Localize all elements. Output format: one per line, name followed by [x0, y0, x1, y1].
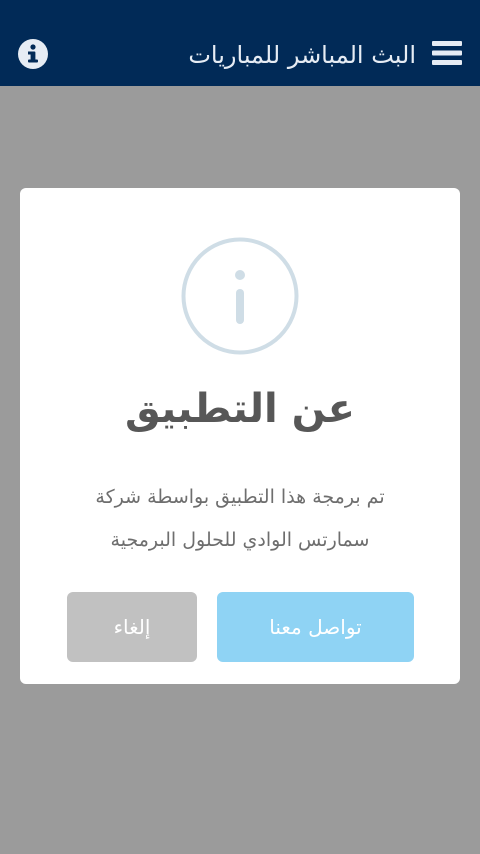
hamburger-menu-icon — [432, 41, 462, 65]
info-outline-icon — [181, 237, 299, 355]
dialog-title: عن التطبيق — [125, 386, 355, 432]
dialog-message-line-1: تم برمجة هذا التطبيق بواسطة شركة — [95, 486, 385, 508]
cancel-button[interactable]: إلغاء — [67, 592, 197, 662]
dialog-message-line-2: سمارتس الوادي للحلول البرمجية — [110, 529, 370, 551]
menu-button[interactable] — [432, 40, 462, 66]
app-title: البث المباشر للمباريات — [188, 41, 416, 69]
contact-us-button[interactable]: تواصل معنا — [217, 592, 414, 662]
dialog-message: تم برمجة هذا التطبيق بواسطة شركة سمارتس … — [40, 476, 440, 562]
info-circle-icon — [18, 39, 48, 69]
app-header: البث المباشر للمباريات — [0, 0, 480, 86]
info-button[interactable] — [17, 38, 49, 70]
about-dialog: عن التطبيق تم برمجة هذا التطبيق بواسطة ش… — [20, 188, 460, 684]
